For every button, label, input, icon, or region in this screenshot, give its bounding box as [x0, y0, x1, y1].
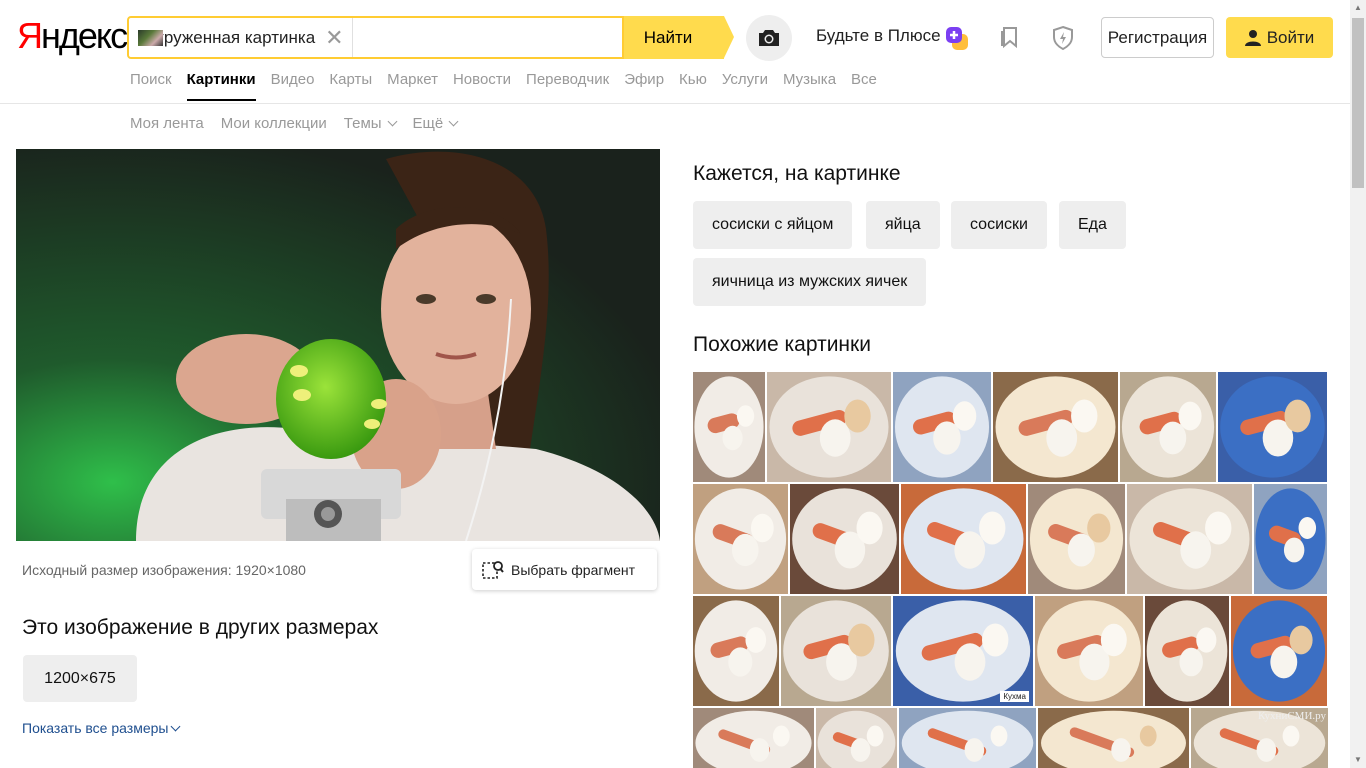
- plus-icon[interactable]: [944, 25, 970, 51]
- tag-sausages[interactable]: сосиски: [951, 201, 1047, 249]
- nav-item-efir[interactable]: Эфир: [624, 70, 664, 101]
- nav-item-market[interactable]: Маркет: [387, 70, 438, 101]
- select-fragment-button[interactable]: Выбрать фрагмент: [472, 549, 657, 590]
- subnav-my-feed[interactable]: Моя лента: [130, 115, 204, 132]
- nav-item-news[interactable]: Новости: [453, 70, 511, 101]
- similar-image-thumbnail[interactable]: [1038, 708, 1189, 768]
- service-nav: Поиск Картинки Видео Карты Маркет Новост…: [130, 70, 892, 101]
- chevron-down-icon: [387, 116, 397, 127]
- camera-search-button[interactable]: [746, 15, 792, 61]
- similar-image-thumbnail[interactable]: [1254, 484, 1327, 594]
- similar-image-thumbnail[interactable]: [816, 708, 897, 768]
- similar-image-thumbnail[interactable]: [899, 708, 1036, 768]
- chevron-down-icon: [171, 721, 181, 731]
- images-subnav: Моя лента Мои коллекции Темы Ещё: [130, 115, 474, 132]
- show-all-sizes-label: Показать все размеры: [22, 720, 169, 736]
- user-icon: [1244, 30, 1261, 46]
- similar-image-thumbnail[interactable]: Кухма: [893, 596, 1033, 706]
- nav-item-video[interactable]: Видео: [271, 70, 315, 101]
- nav-item-q[interactable]: Кью: [679, 70, 707, 101]
- tag-food[interactable]: Еда: [1059, 201, 1126, 249]
- similar-image-thumbnail[interactable]: [693, 484, 788, 594]
- subnav-my-collections[interactable]: Мои коллекции: [221, 115, 327, 132]
- nav-item-services[interactable]: Услуги: [722, 70, 768, 101]
- similar-image-thumbnail[interactable]: [767, 372, 891, 482]
- recognized-title: Кажется, на картинке: [693, 162, 901, 185]
- similar-image-thumbnail[interactable]: [993, 372, 1118, 482]
- similar-image-thumbnail[interactable]: [1120, 372, 1216, 482]
- nav-item-translator[interactable]: Переводчик: [526, 70, 609, 101]
- similar-image-thumbnail[interactable]: [693, 708, 814, 768]
- search-box[interactable]: Загруженная картинка ✕: [127, 16, 624, 59]
- original-size-text: Исходный размер изображения: 1920×1080: [22, 562, 306, 578]
- similar-image-thumbnail[interactable]: [1035, 596, 1143, 706]
- subnav-themes-label: Темы: [343, 115, 382, 132]
- tag-sausages-with-egg[interactable]: сосиски с яйцом: [693, 201, 853, 249]
- similar-image-thumbnail[interactable]: [901, 484, 1026, 594]
- tag-eggs[interactable]: яйца: [866, 201, 940, 249]
- similar-image-thumbnail[interactable]: КухниСМИ.ру: [1191, 708, 1328, 768]
- similar-image-thumbnail[interactable]: [1231, 596, 1327, 706]
- camera-icon: [759, 30, 779, 46]
- watermark-kuhnismi: КухниСМИ.ру: [1258, 710, 1326, 722]
- similar-image-thumbnail[interactable]: [1145, 596, 1229, 706]
- show-all-sizes-link[interactable]: Показать все размеры: [22, 720, 181, 736]
- nav-item-all[interactable]: Все: [851, 70, 877, 101]
- similar-image-thumbnail[interactable]: [893, 372, 991, 482]
- nav-item-images[interactable]: Картинки: [186, 70, 256, 101]
- find-button[interactable]: Найти: [624, 16, 734, 59]
- other-sizes-title: Это изображение в других размерах: [22, 616, 379, 639]
- similar-image-thumbnail[interactable]: [790, 484, 899, 594]
- yandex-logo[interactable]: Яндекс: [17, 14, 128, 58]
- similar-images-title: Похожие картинки: [693, 333, 871, 356]
- scroll-down-arrow[interactable]: ▼: [1350, 752, 1366, 768]
- header-divider: [0, 103, 1350, 104]
- subnav-more[interactable]: Ещё: [412, 115, 459, 132]
- plus-promo-link[interactable]: Будьте в Плюсе: [816, 26, 941, 46]
- similar-image-thumbnail[interactable]: [781, 596, 891, 706]
- similar-image-thumbnail[interactable]: [1028, 484, 1125, 594]
- nav-item-search[interactable]: Поиск: [130, 70, 172, 101]
- shield-icon[interactable]: [1051, 25, 1075, 51]
- collections-icon[interactable]: [999, 26, 1023, 50]
- similar-images-grid: Кухма КухниСМИ.ру: [693, 372, 1328, 768]
- register-button[interactable]: Регистрация: [1101, 17, 1214, 58]
- uploaded-image-chip[interactable]: Загруженная картинка ✕: [129, 18, 353, 57]
- login-button[interactable]: Войти: [1226, 17, 1333, 58]
- clear-icon[interactable]: ✕: [325, 26, 343, 49]
- subnav-more-label: Ещё: [412, 115, 444, 132]
- watermark-kukhma: Кухма: [1000, 691, 1029, 702]
- crop-select-icon: [482, 560, 504, 579]
- similar-image-thumbnail[interactable]: [693, 596, 779, 706]
- similar-image-thumbnail[interactable]: [1127, 484, 1252, 594]
- scroll-up-arrow[interactable]: ▲: [1350, 0, 1366, 16]
- uploaded-image: [16, 149, 660, 541]
- size-option-button[interactable]: 1200×675: [23, 655, 137, 702]
- nav-item-maps[interactable]: Карты: [329, 70, 372, 101]
- nav-item-music[interactable]: Музыка: [783, 70, 836, 101]
- uploaded-image-thumbnail: [138, 29, 163, 46]
- uploaded-image-label: Загруженная картинка: [138, 27, 316, 47]
- tag-fried-eggs[interactable]: яичница из мужских яичек: [693, 258, 927, 306]
- similar-image-thumbnail[interactable]: [1218, 372, 1327, 482]
- select-fragment-label: Выбрать фрагмент: [511, 561, 636, 578]
- similar-image-thumbnail[interactable]: [693, 372, 765, 482]
- subnav-themes[interactable]: Темы: [343, 115, 397, 132]
- login-button-label: Войти: [1266, 28, 1315, 47]
- chevron-down-icon: [448, 116, 459, 127]
- scrollbar-thumb[interactable]: [1352, 18, 1364, 188]
